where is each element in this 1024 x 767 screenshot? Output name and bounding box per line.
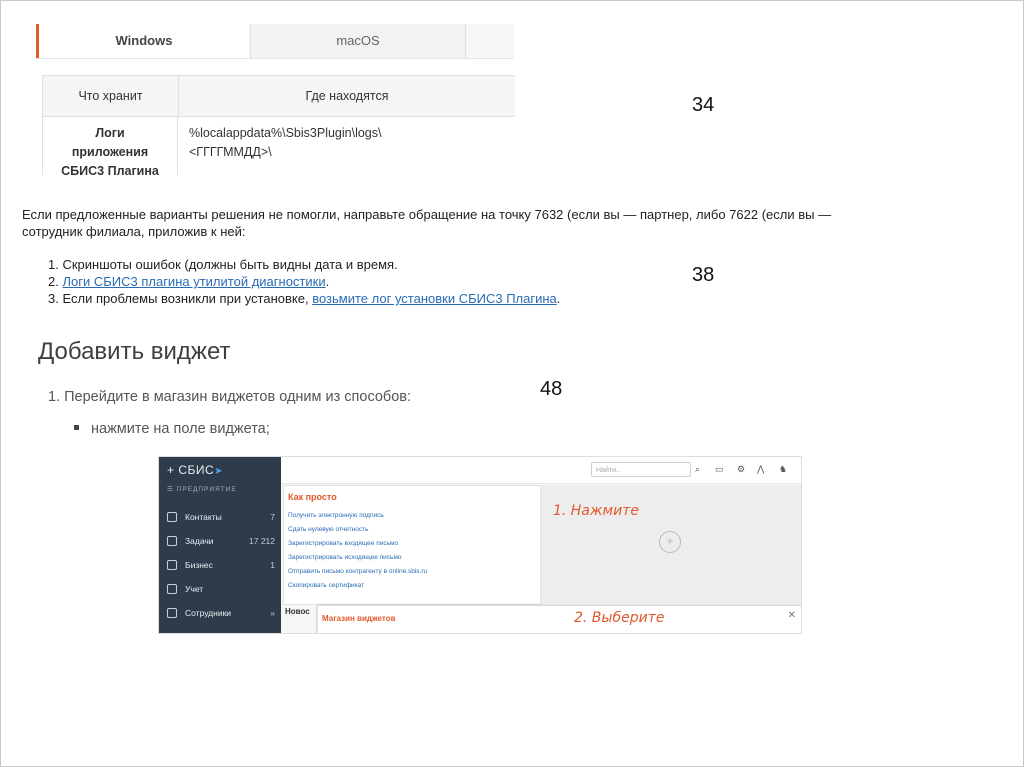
sbis-logo-text: + СБИС [167,463,215,477]
close-icon[interactable]: ✕ [788,610,796,621]
sidebar-item-employees[interactable]: Сотрудники » [159,603,281,623]
widget-link[interactable]: Получить электронную подпись [288,512,384,519]
tab-more [466,24,514,58]
cell-what-line: приложения [71,145,149,159]
widget-store-dialog: Магазин виджетов 2. Выберите ✕ [317,605,801,633]
bullet-text: нажмите на поле виджета; [91,421,270,437]
hint-click: 1. Нажмите [553,503,639,519]
gear-icon[interactable]: ⚙ [737,464,745,475]
bullet-item: нажмите на поле виджета; [74,421,270,437]
people-icon [167,608,177,618]
cell-what: Логи приложения СБИС3 Плагина [43,116,178,175]
how-easy-widget: Как просто Получить электронную подпись … [283,485,541,605]
sbis-logo[interactable]: + СБИС➤ [167,463,223,477]
org-name-text: ПРЕДПРИЯТИЕ [176,486,237,493]
widget-link[interactable]: Сдать нулевую отчетность [288,526,369,533]
page-number: 34 [692,94,715,116]
sidebar-item-label: Контакты [185,512,222,522]
hint-choose: 2. Выберите [574,610,665,626]
sidebar-item-label: Бизнес [185,560,213,570]
sbis-screenshot: + СБИС➤ ☰ ПРЕДПРИЯТИЕ Контакты 7 Задачи 17… [158,456,802,634]
list-item: 2. Логи СБИС3 плагина утилитой диагности… [48,273,868,290]
cell-where-line: %localappdata%\Sbis3Plugin\logs\ [189,126,382,140]
search-icon[interactable]: ⌕ [695,464,700,475]
table-header: Что хранит Где находятся [43,75,515,117]
logo-tick-icon: ➤ [214,466,224,477]
column-header-what: Что хранит [43,76,179,116]
list-tail: . [556,291,561,306]
step-text: 1. Перейдите в магазин виджетов одним из… [48,389,412,405]
column-header-where: Где находятся [305,89,389,103]
news-widget-title: Новос [285,607,310,616]
sidebar-item-count: 1 [270,560,275,570]
widget-link[interactable]: Зарегистрировать входящее письмо [288,540,398,547]
sbis-sidebar: + СБИС➤ ☰ ПРЕДПРИЯТИЕ Контакты 7 Задачи 17… [159,457,281,633]
list-number: 3. [48,291,59,306]
sidebar-item-label: Задачи [185,536,214,546]
cell-what-line: СБИС3 Плагина [61,164,159,175]
logs-table: Что хранит Где находятся Логи приложения… [42,75,515,175]
list-text: Скриншоты ошибок (должны быть видны дата… [62,257,398,272]
add-widget-button[interactable]: + [659,531,681,553]
message-icon[interactable]: ▭ [715,464,724,475]
sidebar-item-expand: » [270,608,275,618]
tab-windows[interactable]: Windows [36,24,249,58]
chat-icon [167,512,177,522]
sidebar-item-contacts[interactable]: Контакты 7 [159,507,281,527]
sidebar-item-label: Учет [185,584,204,594]
sidebar-item-tasks[interactable]: Задачи 17 212 [159,531,281,551]
page-number: 38 [692,264,715,286]
sidebar-item-label: Сотрудники [185,608,232,618]
bullet-marker [74,424,79,430]
widget-link[interactable]: Отправить письмо контрагенту в online.sb… [288,568,427,575]
search-input[interactable]: Найти... [591,462,691,477]
widget-link[interactable]: Зарегистрировать исходящее письмо [288,554,402,561]
user-icon[interactable]: ♞ [779,464,787,475]
chart-icon[interactable]: ⋀ [757,464,764,475]
list-item: 1. Скриншоты ошибок (должны быть видны д… [48,256,868,273]
widget-link[interactable]: Скопировать сертификат [288,582,364,589]
list-text: Если проблемы возникли при установке, [62,291,313,306]
logs-diagnostics-link[interactable]: Логи СБИС3 плагина утилитой диагностики [62,274,325,289]
sidebar-item-business[interactable]: Бизнес 1 [159,555,281,575]
page-number: 48 [540,378,563,400]
cell-where-line: <ГГГГММДД>\ [189,145,272,159]
widget-title: Как просто [288,492,337,502]
tab-macos[interactable]: macOS [250,24,466,58]
widget-store-title: Магазин виджетов [322,614,396,623]
list-number: 2. [48,274,59,289]
org-name[interactable]: ☰ ПРЕДПРИЯТИЕ [167,485,237,493]
sidebar-item-count: 7 [270,512,275,522]
section-heading: Добавить виджет [38,338,231,365]
sbis-topbar: Найти... ⌕ ▭ ⚙ ⋀ ♞ [281,457,801,484]
install-log-link[interactable]: возьмите лог установки СБИС3 Плагина [312,291,557,306]
attachments-list: 1. Скриншоты ошибок (должны быть видны д… [48,256,868,307]
tasks-icon [167,536,177,546]
list-item: 3. Если проблемы возникли при установке,… [48,290,868,307]
grid-icon [167,584,177,594]
briefcase-icon [167,560,177,570]
sidebar-item-accounting[interactable]: Учет [159,579,281,599]
list-tail: . [325,274,330,289]
support-paragraph: Если предложенные варианты решения не по… [22,207,832,239]
sidebar-item-count: 17 212 [249,536,275,546]
cell-where: %localappdata%\Sbis3Plugin\logs\ <ГГГГММ… [189,124,509,162]
os-tabs: Windows macOS [36,24,514,59]
cell-what-line: Логи [95,126,125,140]
menu-icon: ☰ [167,486,177,493]
list-number: 1. [48,257,59,272]
